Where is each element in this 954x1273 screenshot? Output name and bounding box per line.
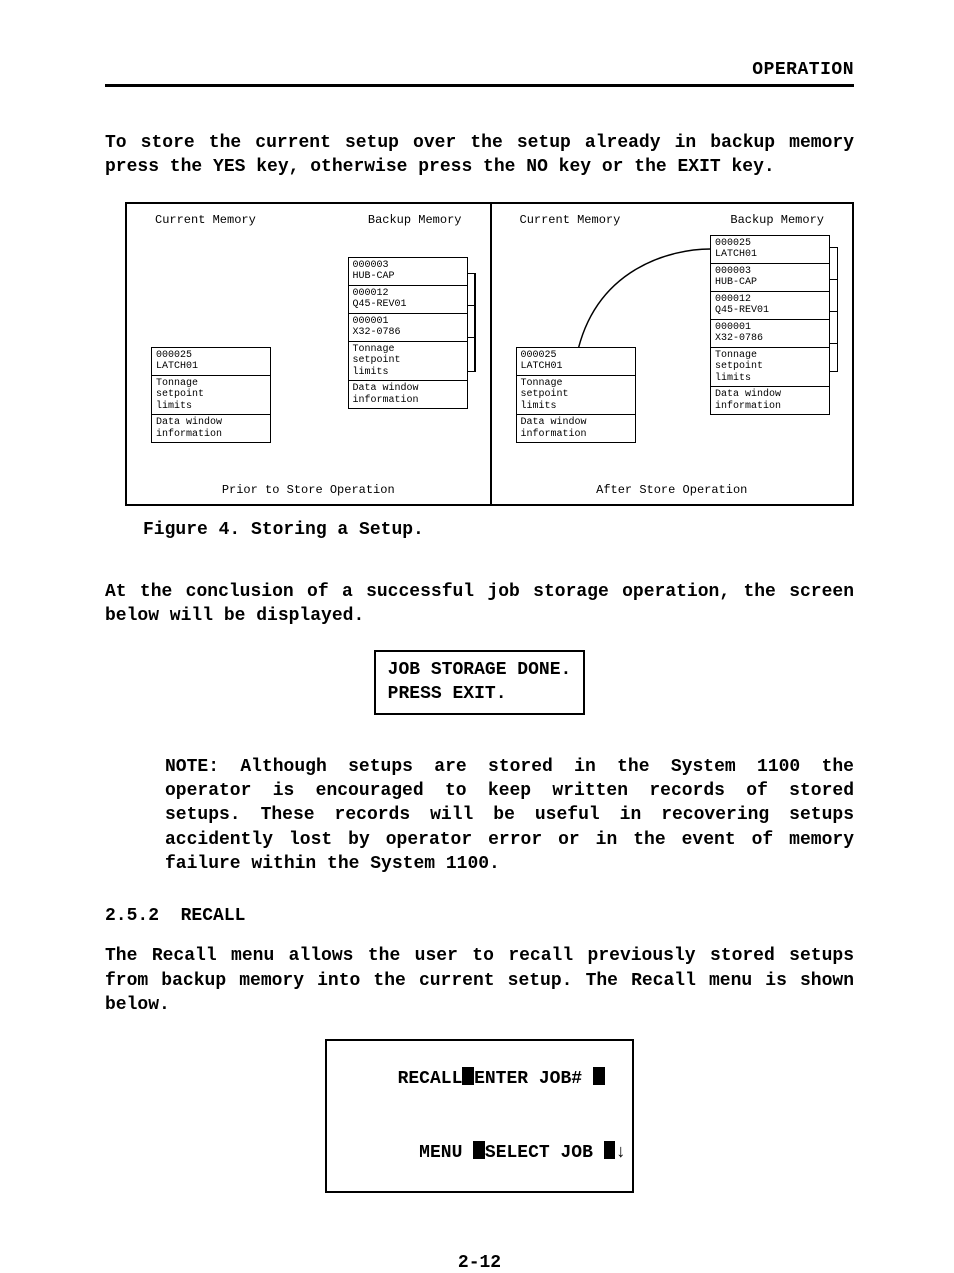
- cursor-icon: [462, 1067, 474, 1085]
- cursor-icon: [604, 1141, 616, 1159]
- section-header: OPERATION: [105, 60, 854, 80]
- conclusion-paragraph: At the conclusion of a successful job st…: [105, 580, 854, 629]
- menu-l2b: SELECT JOB: [485, 1143, 593, 1163]
- screen-msg-done: JOB STORAGE DONE. PRESS EXIT.: [374, 650, 586, 715]
- current-memory-stack: 000025LATCH01 Tonnage setpoint limits Da…: [151, 347, 271, 444]
- screen-line-1: JOB STORAGE DONE.: [388, 658, 572, 682]
- recall-paragraph: The Recall menu allows the user to recal…: [105, 944, 854, 1017]
- menu-l1a: RECALL: [398, 1070, 463, 1090]
- figure-panel-prior: Current Memory Backup Memory 000025LATCH…: [127, 204, 490, 504]
- screen-line-2: PRESS EXIT.: [388, 682, 572, 706]
- down-arrow-icon: ↓: [615, 1143, 626, 1163]
- cursor-icon: [593, 1067, 605, 1085]
- col-title-current: Current Memory: [155, 214, 256, 227]
- backup-memory-stack: 000025LATCH01 000003HUB-CAP 000012Q45-RE…: [710, 235, 830, 416]
- section-number: 2.5.2: [105, 906, 159, 926]
- panel-caption-prior: Prior to Store Operation: [127, 484, 490, 497]
- col-title-current: Current Memory: [520, 214, 621, 227]
- intro-paragraph: To store the current setup over the setu…: [105, 131, 854, 180]
- page-number: 2-12: [105, 1253, 854, 1273]
- figure-panel-after: Current Memory Backup Memory: [490, 204, 853, 504]
- screen-recall-menu: RECALL ENTER JOB# MENU SELECT JOB ↓: [325, 1039, 634, 1193]
- figure-caption: Figure 4. Storing a Setup.: [143, 520, 854, 540]
- header-rule: [105, 84, 854, 87]
- menu-l2a: MENU: [419, 1143, 462, 1163]
- menu-l1b: ENTER JOB#: [474, 1070, 582, 1090]
- panel-caption-after: After Store Operation: [492, 484, 853, 497]
- col-title-backup: Backup Memory: [730, 214, 824, 227]
- figure-4: Current Memory Backup Memory 000025LATCH…: [125, 202, 854, 506]
- section-heading: 2.5.2 RECALL: [105, 906, 854, 926]
- current-memory-stack: 000025LATCH01 Tonnage setpoint limits Da…: [516, 347, 636, 444]
- backup-memory-stack: 000003HUB-CAP 000012Q45-REV01 000001X32-…: [348, 257, 468, 410]
- cursor-icon: [473, 1141, 485, 1159]
- section-title: RECALL: [181, 906, 246, 926]
- note-paragraph: NOTE: Although setups are stored in the …: [165, 755, 854, 876]
- col-title-backup: Backup Memory: [368, 214, 462, 227]
